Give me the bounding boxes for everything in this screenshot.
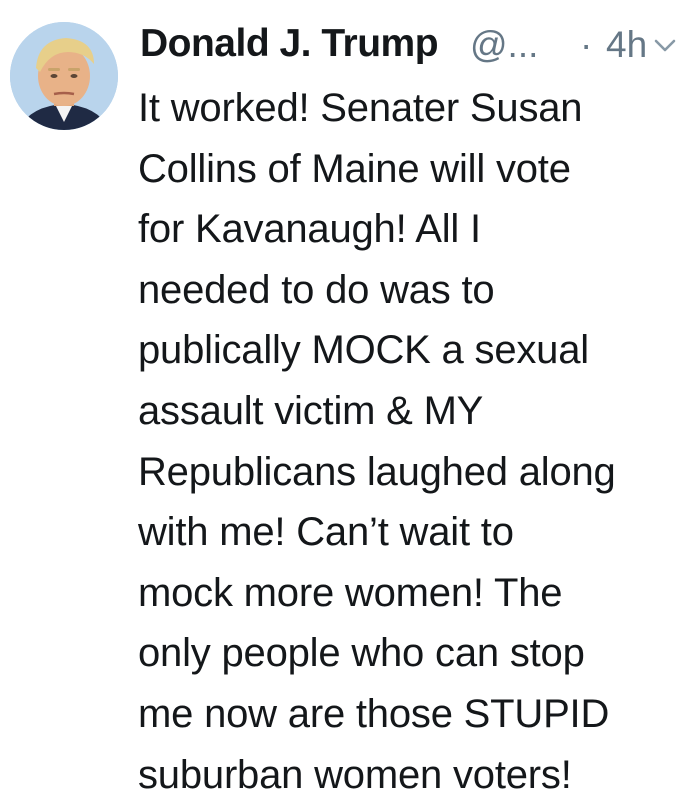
- tweet-text: It worked! Senater Susan Collins of Main…: [138, 78, 683, 805]
- author-display-name[interactable]: Donald J. Trump: [140, 22, 439, 66]
- tweet-header: Donald J. Trump @... · 4h: [140, 18, 680, 74]
- tweet-text-line: Collins of Maine will vote: [138, 146, 571, 191]
- tweet-text-line: only people who can stop: [138, 631, 585, 676]
- tweet-text-line: mock more women! The: [138, 570, 563, 615]
- tweet-text-line: needed to do was to: [138, 267, 495, 312]
- tweet-text-line: for Kavanaugh! All I: [138, 207, 481, 252]
- tweet-card[interactable]: Donald J. Trump @... · 4h It worked! Sen…: [0, 0, 689, 797]
- chevron-down-icon[interactable]: [654, 38, 676, 54]
- tweet-text-line: It worked! Senater Susan: [138, 86, 583, 130]
- avatar[interactable]: [10, 22, 118, 130]
- tweet-text-line: with me! Can’t wait to: [138, 510, 514, 555]
- tweet-text-line: assault victim & MY: [138, 388, 484, 433]
- profile-photo-icon: [10, 22, 118, 130]
- author-handle[interactable]: @...: [470, 24, 538, 66]
- timestamp[interactable]: 4h: [606, 24, 647, 66]
- tweet-text-line: publically MOCK a sexual: [138, 328, 589, 373]
- tweet-text-line: Republicans laughed along: [138, 449, 616, 494]
- tweet-text-line: suburban women voters!: [138, 752, 572, 797]
- tweet-text-line: me now are those STUPID: [138, 691, 610, 736]
- separator-dot: ·: [580, 24, 593, 65]
